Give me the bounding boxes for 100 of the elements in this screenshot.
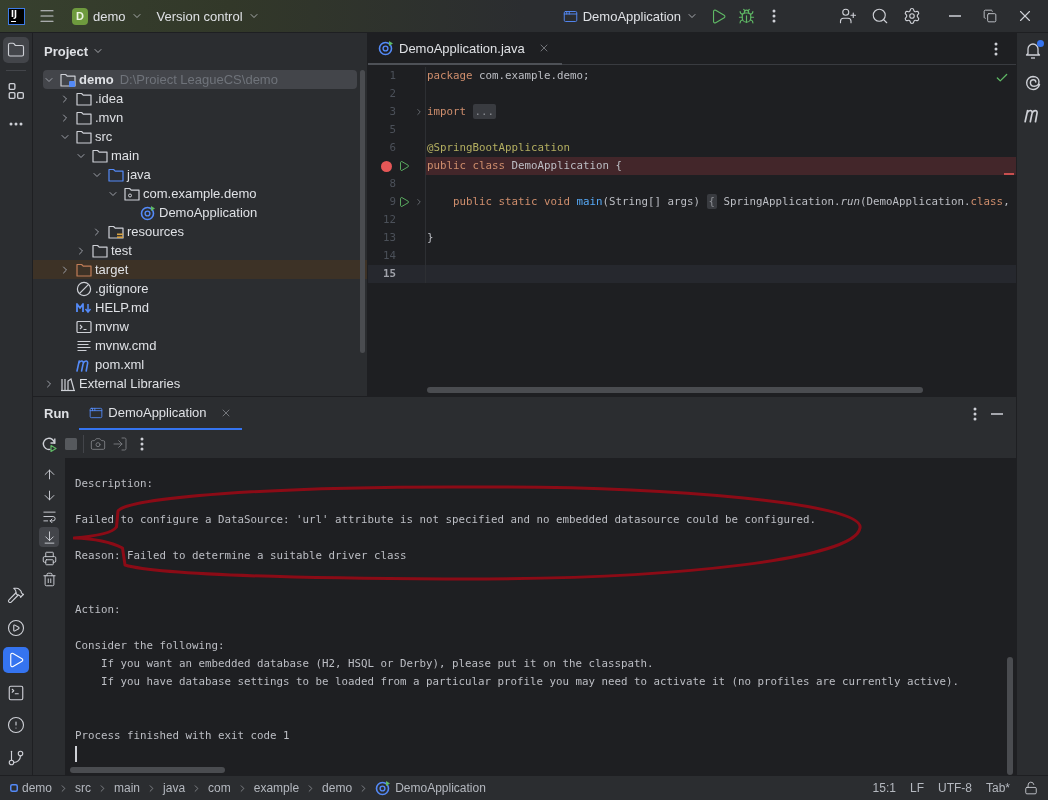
tree-item[interactable]: java <box>33 165 367 184</box>
file-encoding[interactable]: UTF-8 <box>937 781 972 795</box>
module-folder-icon <box>60 71 76 88</box>
breakpoint-icon[interactable] <box>381 160 392 172</box>
git-branch-icon <box>7 749 25 767</box>
scrollbar[interactable] <box>1007 657 1013 775</box>
run-gutter-icon[interactable] <box>398 196 410 208</box>
tree-item[interactable]: mvnw <box>33 317 367 336</box>
caret-position[interactable]: 15:1 <box>872 781 896 795</box>
breadcrumb[interactable]: java <box>163 781 186 795</box>
run-tab[interactable]: DemoApplication <box>79 397 242 430</box>
class-icon <box>140 204 156 221</box>
run-config-dropdown[interactable]: DemoApplication <box>562 4 698 28</box>
run-gutter-icon[interactable] <box>398 160 410 172</box>
code-line: public class DemoApplication { <box>427 159 623 172</box>
tree-item[interactable]: .idea <box>33 89 367 108</box>
line-separator[interactable]: LF <box>909 781 924 795</box>
more-icon <box>994 41 998 56</box>
tree-item[interactable]: com.example.demo <box>33 184 367 203</box>
minimize-icon <box>948 15 961 17</box>
breadcrumb[interactable]: DemoApplication <box>375 780 486 796</box>
trash-icon <box>41 571 57 587</box>
window-icon <box>89 405 104 420</box>
hammer-icon <box>7 586 25 605</box>
rerun-icon <box>41 436 57 452</box>
tree-item[interactable]: .mvn <box>33 108 367 127</box>
structure-icon <box>7 82 25 100</box>
stop-icon <box>63 436 79 452</box>
check-icon[interactable] <box>995 71 1009 85</box>
bell-icon <box>1024 41 1041 59</box>
tool-window-button[interactable] <box>3 647 29 674</box>
resources-folder-icon <box>108 223 124 240</box>
minimize-icon <box>991 412 1003 415</box>
scrollbar[interactable] <box>70 767 225 773</box>
tree-item[interactable]: target <box>33 260 367 279</box>
editor-tab[interactable]: DemoApplication.java <box>368 33 562 65</box>
breadcrumb[interactable]: demo <box>322 781 353 795</box>
tree-item[interactable]: resources <box>33 222 367 241</box>
tree-item[interactable]: .gitignore <box>33 279 367 298</box>
vcs-dropdown[interactable]: Version control <box>156 4 260 28</box>
tree-item[interactable]: pom.xml <box>33 355 367 374</box>
indent-setting[interactable]: Tab* <box>985 781 1010 795</box>
breadcrumb[interactable]: demo <box>10 781 53 795</box>
breadcrumb[interactable]: com <box>208 781 231 795</box>
folder-icon <box>76 261 92 278</box>
tree-item[interactable]: test <box>33 241 367 260</box>
class-icon <box>375 780 392 796</box>
terminal-file-icon <box>76 318 92 335</box>
more-icon <box>772 9 776 23</box>
console-tool-button[interactable] <box>39 527 59 547</box>
scrollbar[interactable] <box>360 70 365 353</box>
spiral-icon <box>1023 73 1042 92</box>
workspace-badge: D <box>72 7 88 25</box>
enter-icon <box>112 436 128 452</box>
tree-item[interactable]: src <box>33 127 367 146</box>
folder-icon <box>76 128 92 145</box>
console-line: If you want an embedded database (H2, HSQL or Derby), please put it on the classpath. <box>100 656 655 672</box>
settings-icon <box>903 7 921 25</box>
bug-icon <box>737 7 755 25</box>
project-view-dropdown[interactable]: Project <box>44 43 105 59</box>
tree-item[interactable]: main <box>33 146 367 165</box>
wrap-icon <box>41 508 57 524</box>
play-circle-icon <box>7 618 25 637</box>
more-icon <box>140 437 144 451</box>
restore-icon <box>982 9 997 23</box>
scrollbar[interactable] <box>427 387 923 393</box>
console-line: Consider the following: <box>75 638 226 654</box>
panel-title: Run <box>44 406 70 421</box>
code-line: @SpringBootApplication <box>427 141 570 154</box>
breadcrumb[interactable]: example <box>253 781 300 795</box>
terminal-icon <box>7 683 25 702</box>
search-icon <box>871 7 889 25</box>
console-line: Process finished with exit code 1 <box>75 728 291 744</box>
console-line: Reason: Failed to determine a suitable driver class <box>75 548 408 564</box>
menu-icon <box>38 7 56 25</box>
tree-item[interactable]: DemoApplication <box>33 203 367 222</box>
console-line: Description: <box>75 476 154 492</box>
add-user-icon <box>839 7 857 25</box>
source-folder-icon <box>108 166 124 183</box>
folder-icon <box>7 41 25 59</box>
run-icon <box>7 651 25 670</box>
breadcrumb[interactable]: src <box>75 781 92 795</box>
tree-item[interactable]: mvnw.cmd <box>33 336 367 355</box>
tree-item[interactable]: HELP.md <box>33 298 367 317</box>
main-menu-button[interactable] <box>38 7 56 25</box>
tree-item[interactable]: External Libraries <box>33 374 367 393</box>
tool-window-button[interactable] <box>3 37 29 63</box>
console-line: If you have database settings to be loaded from a particular profile you may need to activate it (no profiles are currently active). <box>100 674 961 690</box>
breadcrumb[interactable]: main <box>114 781 141 795</box>
folder-icon <box>76 90 92 107</box>
module-icon <box>10 784 18 792</box>
text-cursor <box>75 746 77 762</box>
line-number: 15 <box>383 266 396 282</box>
console-line: Failed to configure a DataSource: 'url' attribute is not specified and no embedded datasource could be configured. <box>75 512 818 528</box>
class-icon <box>378 40 394 56</box>
code-line: import ... <box>427 104 497 119</box>
app-logo: IJ <box>8 7 25 25</box>
window-icon <box>562 8 578 24</box>
unlock-icon[interactable] <box>1024 781 1038 795</box>
workspace-dropdown[interactable]: D demo <box>72 4 143 28</box>
